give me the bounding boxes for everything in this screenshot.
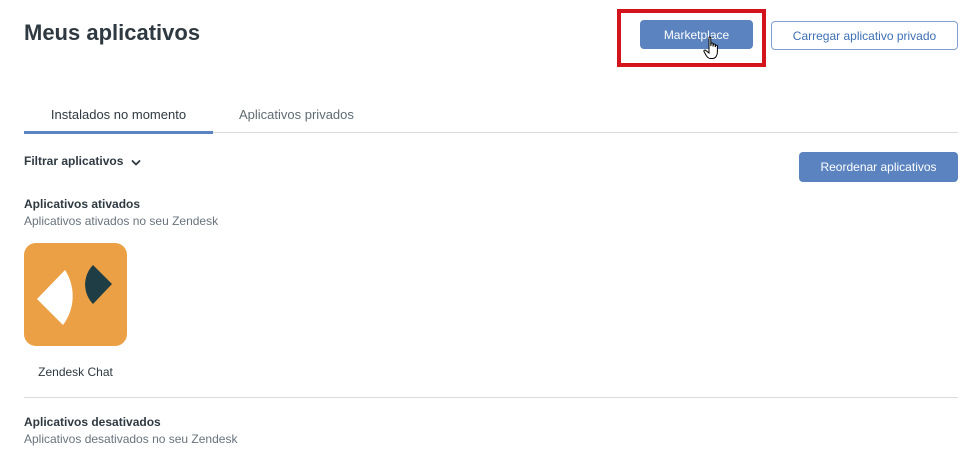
enabled-apps-title: Aplicativos ativados [24,197,141,211]
disabled-apps-subtitle: Aplicativos desativados no seu Zendesk [24,432,238,446]
enabled-apps-subtitle: Aplicativos ativados no seu Zendesk [24,214,219,228]
tab-private-apps[interactable]: Aplicativos privados [239,107,354,122]
filter-apps-toggle[interactable]: Filtrar aplicativos [24,154,141,168]
upload-private-app-button[interactable]: Carregar aplicativo privado [771,21,958,50]
zendesk-chat-logo [37,265,112,325]
section-divider [24,397,958,398]
tab-bar: Instalados no momento Aplicativos privad… [24,100,958,134]
reorder-apps-button[interactable]: Reordenar aplicativos [799,152,958,182]
zendesk-chat-app-tile[interactable] [24,243,127,346]
tab-installed[interactable]: Instalados no momento [24,107,213,134]
hand-cursor-icon [703,36,718,59]
chevron-down-icon [131,160,141,166]
marketplace-button[interactable]: Marketplace [640,20,753,49]
page-title: Meus aplicativos [24,20,201,45]
disabled-apps-title: Aplicativos desativados [24,415,161,429]
filter-apps-label: Filtrar aplicativos [24,154,124,168]
app-name: Zendesk Chat [38,365,113,379]
